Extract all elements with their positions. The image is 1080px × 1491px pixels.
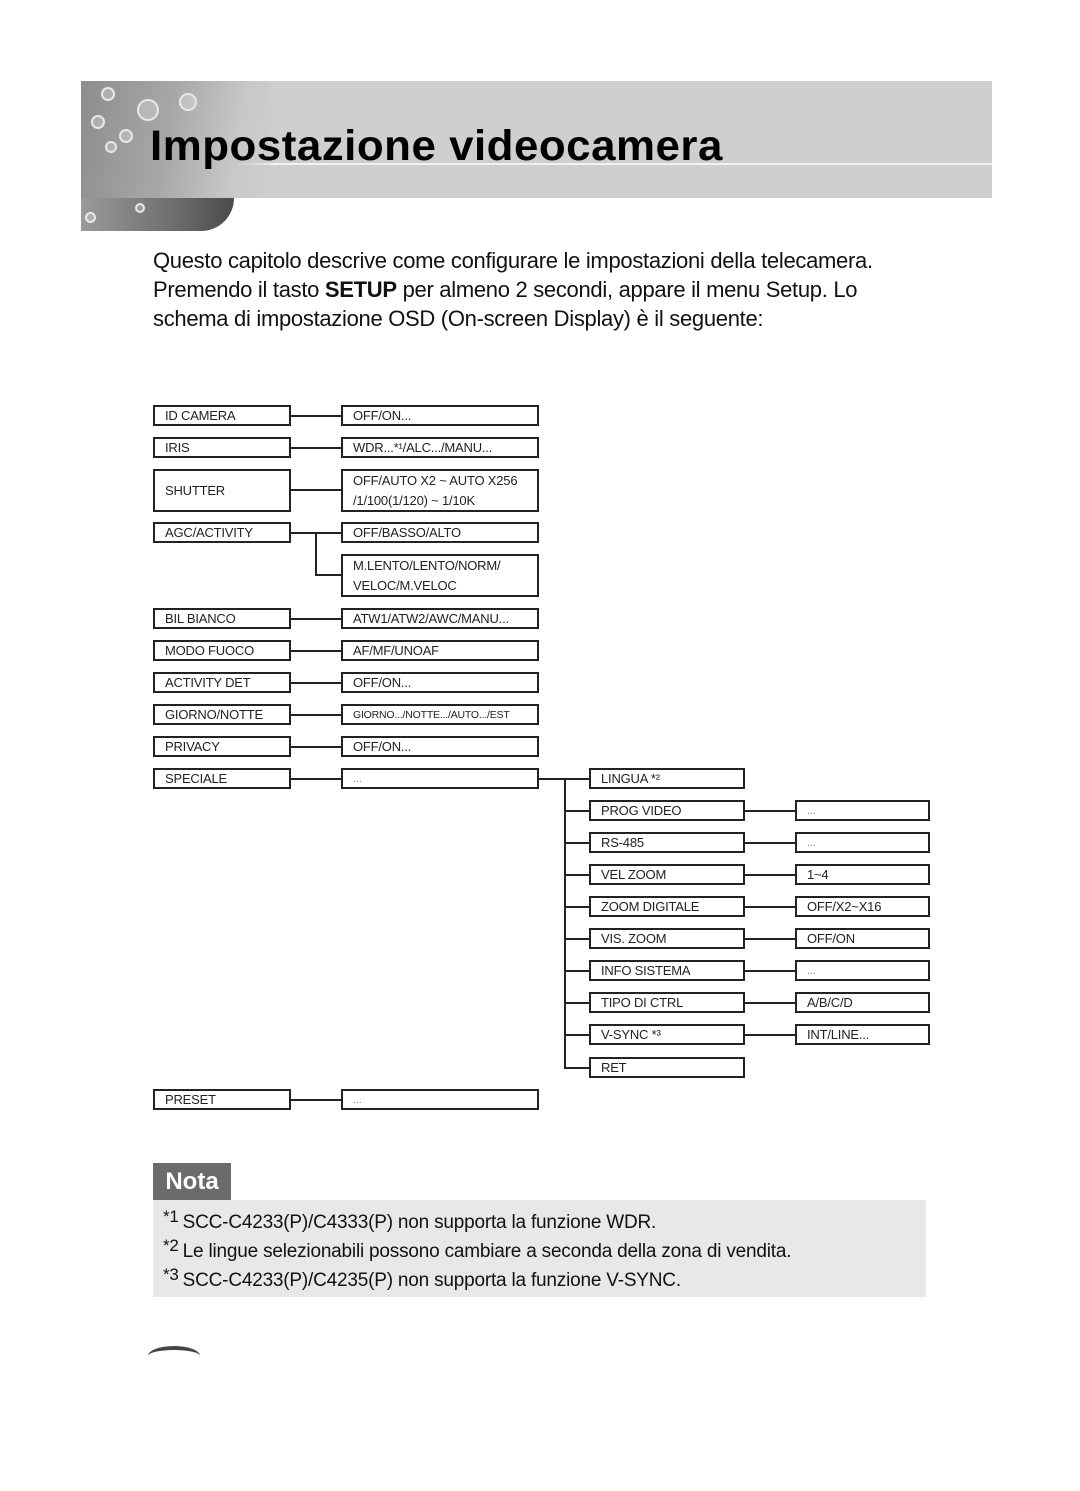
menu-item-bil-bianco: BIL BIANCO bbox=[153, 608, 291, 629]
submenu-option-vis-zoom: OFF/ON bbox=[795, 928, 930, 949]
connector-line bbox=[564, 906, 589, 908]
header-tab-decoration bbox=[81, 198, 234, 231]
note-text: SCC-C4233(P)/C4235(P) non supporta la fu… bbox=[182, 1270, 681, 1291]
submenu-option-v-sync: INT/LINE... bbox=[795, 1024, 930, 1045]
drop-icon bbox=[135, 203, 145, 213]
option-bil-bianco: ATW1/ATW2/AWC/MANU... bbox=[341, 608, 539, 629]
footnote-mark: *1 bbox=[163, 1207, 179, 1226]
connector-line bbox=[745, 874, 795, 876]
option-activity-det: OFF/ON... bbox=[341, 672, 539, 693]
connector-line bbox=[291, 714, 341, 716]
connector-line bbox=[745, 906, 795, 908]
option-shutter: OFF/AUTO X2 ~ AUTO X256 /1/100(1/120) ~ … bbox=[341, 469, 539, 512]
connector-line bbox=[564, 1002, 589, 1004]
connector-line bbox=[291, 415, 341, 417]
menu-item-giorno-notte: GIORNO/NOTTE bbox=[153, 704, 291, 725]
page-title: Impostazione videocamera bbox=[150, 122, 723, 170]
note-text: Le lingue selezionabili possono cambiare… bbox=[182, 1241, 792, 1262]
connector-line bbox=[564, 938, 589, 940]
drop-icon bbox=[85, 212, 96, 223]
submenu-option-prog-video: ... bbox=[795, 800, 930, 821]
note-label: Nota bbox=[153, 1163, 231, 1200]
submenu-item-zoom-digitale: ZOOM DIGITALE bbox=[589, 896, 745, 917]
footnote-mark: *3 bbox=[163, 1265, 179, 1284]
menu-item-id-camera: ID CAMERA bbox=[153, 405, 291, 426]
page-number-tab-decoration bbox=[148, 1346, 200, 1356]
drop-icon bbox=[119, 129, 133, 143]
option-giorno-notte: GIORNO.../NOTTE.../AUTO.../EST bbox=[341, 704, 539, 725]
menu-item-privacy: PRIVACY bbox=[153, 736, 291, 757]
connector-line bbox=[564, 874, 589, 876]
connector-line bbox=[564, 970, 589, 972]
connector-line bbox=[291, 618, 341, 620]
menu-item-activity-det: ACTIVITY DET bbox=[153, 672, 291, 693]
submenu-item-ret: RET bbox=[589, 1057, 745, 1078]
submenu-trunk-line bbox=[564, 778, 566, 1069]
drop-icon bbox=[101, 87, 115, 101]
submenu-item-tipo-di-ctrl: TIPO DI CTRL bbox=[589, 992, 745, 1013]
submenu-option-info-sistema: ... bbox=[795, 960, 930, 981]
option-preset: ... bbox=[341, 1089, 539, 1110]
drop-icon bbox=[105, 141, 117, 153]
intro-paragraph: Questo capitolo descrive come configurar… bbox=[153, 246, 913, 333]
connector-line bbox=[564, 810, 589, 812]
submenu-option-tipo-di-ctrl: A/B/C/D bbox=[795, 992, 930, 1013]
menu-item-iris: IRIS bbox=[153, 437, 291, 458]
connector-line bbox=[291, 447, 341, 449]
note-item: *2 Le lingue selezionabili possono cambia… bbox=[163, 1236, 791, 1263]
connector-line bbox=[745, 842, 795, 844]
option-id-camera: OFF/ON... bbox=[341, 405, 539, 426]
submenu-item-vis-zoom: VIS. ZOOM bbox=[589, 928, 745, 949]
note-text: SCC-C4233(P)/C4333(P) non supporta la fu… bbox=[182, 1212, 657, 1233]
submenu-item-v-sync: V-SYNC *³ bbox=[589, 1024, 745, 1045]
connector-line bbox=[291, 489, 341, 491]
drop-icon bbox=[179, 93, 197, 111]
footnote-mark: *2 bbox=[163, 1236, 179, 1255]
connector-line bbox=[745, 938, 795, 940]
connector-line bbox=[564, 778, 589, 780]
option-shutter-line1: OFF/AUTO X2 ~ AUTO X256 bbox=[353, 472, 518, 488]
submenu-option-zoom-digitale: OFF/X2~X16 bbox=[795, 896, 930, 917]
option-activity-line2: VELOC/M.VELOC bbox=[353, 577, 457, 593]
submenu-option-vel-zoom: 1~4 bbox=[795, 864, 930, 885]
connector-line bbox=[745, 810, 795, 812]
submenu-item-rs485: RS-485 bbox=[589, 832, 745, 853]
submenu-item-lingua: LINGUA *² bbox=[589, 768, 745, 789]
connector-line bbox=[291, 746, 341, 748]
note-item: *3 SCC-C4233(P)/C4235(P) non supporta la … bbox=[163, 1265, 681, 1292]
connector-line bbox=[291, 650, 341, 652]
option-modo-fuoco: AF/MF/UNOAF bbox=[341, 640, 539, 661]
menu-item-preset: PRESET bbox=[153, 1089, 291, 1110]
submenu-item-info-sistema: INFO SISTEMA bbox=[589, 960, 745, 981]
submenu-option-rs485: ... bbox=[795, 832, 930, 853]
option-iris: WDR...*¹/ALC.../MANU... bbox=[341, 437, 539, 458]
connector-line bbox=[291, 1099, 341, 1101]
connector-line bbox=[564, 842, 589, 844]
connector-line bbox=[745, 970, 795, 972]
menu-item-speciale: SPECIALE bbox=[153, 768, 291, 789]
note-item: *1 SCC-C4233(P)/C4333(P) non supporta la … bbox=[163, 1207, 656, 1234]
connector-line bbox=[564, 1067, 589, 1069]
option-shutter-line2: /1/100(1/120) ~ 1/10K bbox=[353, 492, 475, 508]
connector-line bbox=[291, 682, 341, 684]
drop-icon bbox=[91, 115, 105, 129]
menu-item-modo-fuoco: MODO FUOCO bbox=[153, 640, 291, 661]
connector-line bbox=[564, 1034, 589, 1036]
connector-line bbox=[745, 1034, 795, 1036]
connector-line bbox=[315, 532, 317, 576]
connector-line bbox=[315, 574, 341, 576]
option-privacy: OFF/ON... bbox=[341, 736, 539, 757]
menu-item-shutter: SHUTTER bbox=[153, 469, 291, 512]
submenu-item-prog-video: PROG VIDEO bbox=[589, 800, 745, 821]
submenu-item-vel-zoom: VEL ZOOM bbox=[589, 864, 745, 885]
setup-key-label: SETUP bbox=[324, 277, 397, 302]
connector-line bbox=[291, 778, 341, 780]
option-agc: OFF/BASSO/ALTO bbox=[341, 522, 539, 543]
option-activity: M.LENTO/LENTO/NORM/ VELOC/M.VELOC bbox=[341, 554, 539, 597]
option-speciale: ... bbox=[341, 768, 539, 789]
option-activity-line1: M.LENTO/LENTO/NORM/ bbox=[353, 557, 501, 573]
drop-icon bbox=[137, 99, 159, 121]
connector-line bbox=[745, 1002, 795, 1004]
menu-item-agc-activity: AGC/ACTIVITY bbox=[153, 522, 291, 543]
